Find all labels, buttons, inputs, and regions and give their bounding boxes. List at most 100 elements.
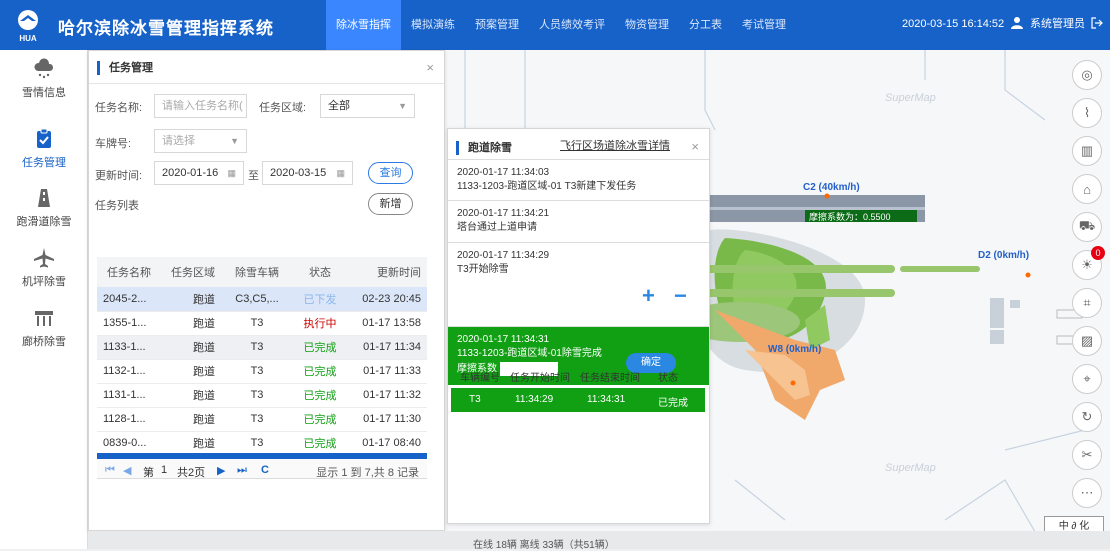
task-area-select[interactable]: 全部 ▼ [320,94,415,118]
logout-icon[interactable] [1091,17,1103,29]
log-entry: 2020-01-17 11:34:21 塔台通过上道申请 [448,201,709,243]
date-from-input[interactable]: 2020-01-16 ▦ [154,161,244,185]
building-tool-button[interactable]: ⌂ [1072,174,1102,204]
prev-page-icon[interactable]: ◀ [123,464,131,477]
nav-plan[interactable]: 预案管理 [465,0,529,50]
task-management-panel: 任务管理 × 任务名称: 请输入任务名称( 任务区域: 全部 ▼ 车牌号: 请选… [88,50,445,531]
cell-time: 01-17 11:32 [351,383,427,408]
globe-icon: ◎ [1081,67,1093,82]
cell-status: 执行中 [289,311,351,336]
refresh-tool-button[interactable]: ↻ [1072,402,1102,432]
table-row[interactable]: 1128-1... 跑道 T3 已完成 01-17 11:30 [97,407,427,432]
sidebar-item-runway[interactable]: 跑滑道除雪 [0,187,88,229]
date-from-value: 2020-01-16 [162,167,219,179]
globe-tool-button[interactable]: ◎ [1072,60,1102,90]
date-to-input[interactable]: 2020-03-15 ▦ [262,161,353,185]
scissors-tool-button[interactable]: ✂ [1072,440,1102,470]
col-task-area[interactable]: 任务区域 [161,257,225,287]
nav-materials[interactable]: 物资管理 [615,0,679,50]
light-icon: ☀ [1081,257,1093,272]
col-vehicle[interactable]: 除雪车辆 [225,257,289,287]
app-title: 哈尔滨除冰雪管理指挥系统 [58,19,274,38]
calendar-icon: ▦ [336,168,345,178]
detail-subtitle[interactable]: 飞行区场道除冰雪详情 [560,137,670,153]
first-page-icon[interactable]: ⏮ [105,464,115,477]
table-row[interactable]: 1355-1... 跑道 T3 执行中 01-17 13:58 [97,311,427,336]
plus-icon[interactable]: + [642,285,655,307]
minus-icon[interactable]: − [674,285,687,307]
cell-time: 01-17 13:58 [351,311,427,336]
map-label-friction: 摩擦系数为：0.5500 [809,211,891,222]
sidebar-label: 廊桥除雪 [22,336,66,348]
nav-division[interactable]: 分工表 [679,0,732,50]
cell-vehicle: T3 [225,335,289,360]
hatch-tool-button[interactable]: ▨ [1072,326,1102,356]
chevron-down-icon: ▼ [230,136,239,146]
log-text: T3开始除雪 [457,264,509,275]
cell-area: 跑道 [161,335,225,360]
map-watermark: SuperMap [885,462,936,474]
more-tool-button[interactable]: ⋯ [1072,478,1102,508]
table-row[interactable]: 0839-0... 跑道 T3 已完成 01-17 08:40 [97,431,427,456]
sidebar-item-bridge[interactable]: 廊桥除雪 [0,307,88,349]
measure-tool-button[interactable]: ⌇ [1072,98,1102,128]
cell-status: 已下发 [289,287,351,312]
ruler-icon: ⌇ [1083,105,1091,120]
cell-area: 跑道 [161,359,225,384]
plate-select[interactable]: 请选择 ▼ [154,129,247,153]
close-icon[interactable]: × [426,60,434,75]
sidebar-item-apron[interactable]: 机坪除雪 [0,247,88,289]
sidebar-label: 机坪除雪 [22,276,66,288]
task-table: 任务名称 任务区域 除雪车辆 状态 更新时间 2045-2... 跑道 C3,C… [97,257,427,456]
table-row[interactable]: 1131-1... 跑道 T3 已完成 01-17 11:32 [97,383,427,408]
location-icon: ⌖ [1083,371,1091,386]
cell-end-time: 11:34:31 [587,394,626,405]
table-row[interactable]: 1133-1... 跑道 T3 已完成 01-17 11:34 [97,335,427,360]
task-name-input[interactable]: 请输入任务名称( [154,94,247,118]
cell-start-time: 11:34:29 [515,394,554,405]
status-bar: 在线 18辆 离线 33辆（共51辆） [88,531,1110,551]
grid-icon: ⌗ [1083,295,1091,310]
col-end-time: 任务结束时间 [580,373,640,384]
top-bar: HUA 哈尔滨除冰雪管理指挥系统 除冰雪指挥 模拟演练 预案管理 人员绩效考评 … [0,0,1110,50]
sidebar-item-task-management[interactable]: 任务管理 [0,128,88,170]
sidebar-item-snow-info[interactable]: 雪情信息 [0,58,88,100]
col-status[interactable]: 状态 [289,257,351,287]
vehicle-tool-button[interactable]: ⛟ [1072,212,1102,242]
col-start-time: 任务开始时间 [510,373,570,384]
grid-tool-button[interactable]: ⌗ [1072,288,1102,318]
add-task-button[interactable]: 新增 [368,193,413,215]
last-page-icon[interactable]: ⏭ [237,464,247,477]
logo-icon: HUA [18,10,38,43]
pagination: ⏮ ◀ 第 1 共2页 ▶ ⏭ C 显示 1 到 7,共 8 记录 [97,453,427,479]
map-label-d2: D2 (0km/h) [978,250,1029,261]
table-row[interactable]: 1132-1... 跑道 T3 已完成 01-17 11:33 [97,359,427,384]
alert-tool-button[interactable]: ☀ 0 [1072,246,1105,280]
user-menu[interactable]: 系统管理员 [1010,15,1103,31]
table-row[interactable]: 2045-2... 跑道 C3,C5,... 已下发 02-23 20:45 [97,287,427,312]
next-page-icon[interactable]: ▶ [217,464,225,477]
main-nav: 除冰雪指挥 模拟演练 预案管理 人员绩效考评 物资管理 分工表 考试管理 [326,0,796,50]
nav-command[interactable]: 除冰雪指挥 [326,0,401,50]
log-time: 2020-01-17 11:34:21 [457,208,550,219]
refresh-icon[interactable]: C [261,464,269,476]
cell-area: 跑道 [161,383,225,408]
cell-time: 01-17 11:30 [351,407,427,432]
page-number[interactable]: 1 [161,464,167,476]
plate-label: 车牌号: [95,138,132,150]
update-time-label: 更新时间: [95,170,143,182]
col-task-name[interactable]: 任务名称 [97,257,161,287]
car-icon: ⛟ [1078,218,1096,233]
runway-detail-panel: 跑道除雪 飞行区场道除冰雪详情 × 2020-01-17 11:34:03 11… [447,128,710,524]
query-button[interactable]: 查询 [368,162,413,184]
nav-exam[interactable]: 考试管理 [732,0,796,50]
col-update-time[interactable]: 更新时间 [351,257,427,287]
nav-drill[interactable]: 模拟演练 [401,0,465,50]
table-row[interactable]: T3 11:34:29 11:34:31 已完成 [451,388,705,412]
cell-vehicle: T3 [225,431,289,456]
logo-text: HUA [19,34,37,43]
layers-tool-button[interactable]: ▥ [1072,136,1102,166]
nav-performance[interactable]: 人员绩效考评 [529,0,615,50]
location-tool-button[interactable]: ⌖ [1072,364,1102,394]
close-icon[interactable]: × [691,139,699,154]
